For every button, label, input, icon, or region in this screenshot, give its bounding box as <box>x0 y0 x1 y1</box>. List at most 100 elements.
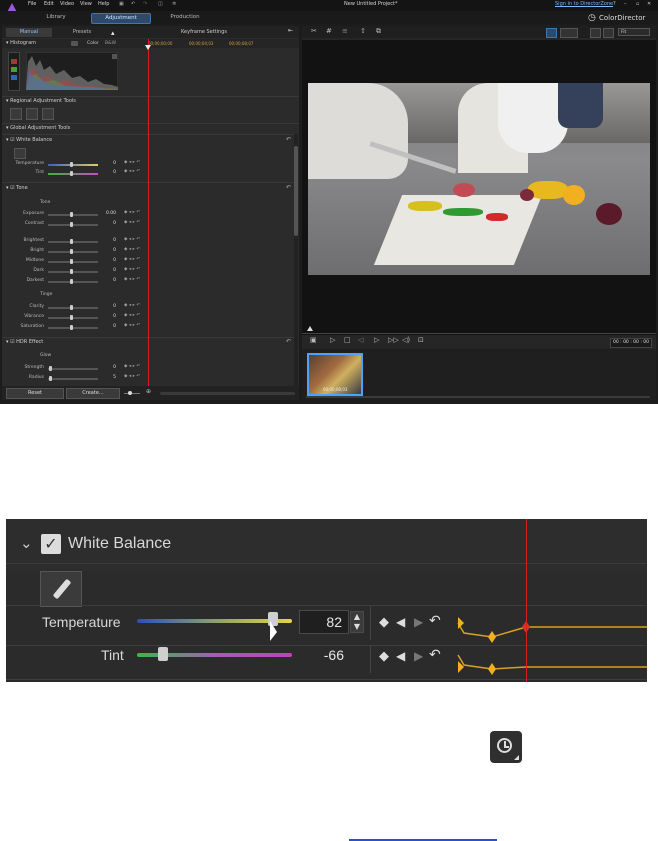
export-frame-icon[interactable]: ⇧ <box>360 27 366 35</box>
keyframe-track-area[interactable] <box>450 605 647 681</box>
crop-tool-icon[interactable]: ✂ <box>311 27 317 35</box>
temperature-slider[interactable] <box>48 164 98 166</box>
white-balance-header[interactable]: ▾ ☑ White Balance <box>6 136 52 145</box>
histogram-header[interactable]: ▾ Histogram <box>6 39 36 48</box>
saturation-keyframe-controls[interactable]: ◆ ◂ ▸ ↶ <box>124 323 140 328</box>
radial-tool-icon[interactable] <box>26 108 38 120</box>
exposure-slider-knob[interactable] <box>70 212 73 217</box>
menu-file[interactable]: File <box>28 1 36 7</box>
create-button[interactable]: Create... <box>66 388 120 399</box>
next-frame-button[interactable]: ▷ <box>374 336 379 344</box>
bright-value[interactable]: 0 <box>102 248 116 253</box>
timeline-scrollbar[interactable] <box>160 392 295 395</box>
strength-slider[interactable] <box>48 368 98 370</box>
clip-mode-button[interactable]: ▣ <box>310 336 317 344</box>
exposure-slider[interactable] <box>48 214 98 216</box>
mode-production[interactable]: Production <box>165 13 205 22</box>
undo-icon[interactable]: ↶ <box>131 1 135 7</box>
dark-value[interactable]: 0 <box>102 268 116 273</box>
timeline-zoom-knob[interactable] <box>128 391 132 395</box>
histogram-bw-mode[interactable]: B&W <box>105 39 116 48</box>
darkest-value[interactable]: 0 <box>102 278 116 283</box>
tint-slider[interactable] <box>48 173 98 175</box>
mode-adjustment[interactable]: Adjustment <box>91 13 151 24</box>
scrub-bar[interactable] <box>302 333 656 334</box>
histogram-channel-selector[interactable] <box>8 52 20 91</box>
save-icon[interactable]: ▣ <box>119 1 124 7</box>
zoom-tint-value[interactable]: -66 <box>302 647 344 663</box>
dark-keyframe-controls[interactable]: ◆ ◂ ▸ ↶ <box>124 267 140 272</box>
bright-keyframe-controls[interactable]: ◆ ◂ ▸ ↶ <box>124 247 140 252</box>
zoom-tint-reset-icon[interactable]: ↶ <box>429 647 441 663</box>
tab-manual[interactable]: Manual <box>6 28 52 37</box>
darkest-slider[interactable] <box>48 281 98 283</box>
preview-mode-button[interactable] <box>546 28 557 38</box>
menu-video[interactable]: Video <box>60 1 74 7</box>
strength-slider-knob[interactable] <box>49 366 52 371</box>
gradient-tool-icon[interactable] <box>10 108 22 120</box>
radius-value[interactable]: 5 <box>102 375 116 380</box>
radius-keyframe-controls[interactable]: ◆ ◂ ▸ ↶ <box>124 374 140 379</box>
contrast-value[interactable]: 0 <box>102 221 116 226</box>
zoom-tint-next-keyframe-icon[interactable]: ▶ <box>414 649 423 663</box>
midtone-value[interactable]: 0 <box>102 258 116 263</box>
playhead-handle-icon[interactable] <box>145 45 151 50</box>
compare-icon[interactable]: ⧉ <box>376 27 381 36</box>
mode-library[interactable]: Library <box>38 13 74 22</box>
vibrance-value[interactable]: 0 <box>102 314 116 319</box>
zoom-playhead[interactable] <box>526 519 527 682</box>
redo-icon[interactable]: ↷ <box>143 1 147 7</box>
clarity-slider[interactable] <box>48 307 98 309</box>
exposure-keyframe-controls[interactable]: ◆ ◂ ▸ ↶ <box>124 210 140 215</box>
keyframe-playhead[interactable] <box>148 39 149 386</box>
zoom-temperature-add-keyframe-icon[interactable]: ◆ <box>379 615 389 630</box>
play-button[interactable]: ▷ <box>330 336 335 344</box>
histogram-color-mode[interactable]: Color <box>87 39 99 48</box>
radius-slider[interactable] <box>48 378 98 380</box>
eyedropper-icon[interactable] <box>14 148 26 159</box>
stop-button[interactable]: □ <box>344 336 351 344</box>
filmstrip-scrollbar[interactable] <box>306 396 650 398</box>
strength-value[interactable]: 0 <box>102 365 116 370</box>
exposure-value[interactable]: 0.00 <box>102 211 116 216</box>
zoom-temperature-prev-keyframe-icon[interactable]: ◀ <box>396 615 405 629</box>
panel-scrollbar[interactable] <box>294 134 298 386</box>
tint-keyframe-controls[interactable]: ◆ ◂ ▸ ↶ <box>124 169 140 174</box>
hdr-effect-header[interactable]: ▾ ☑ HDR Effect <box>6 338 43 347</box>
brightest-value[interactable]: 0 <box>102 238 116 243</box>
snapshot-button[interactable]: ⊡ <box>418 336 424 344</box>
clarity-value[interactable]: 0 <box>102 304 116 309</box>
midtone-slider[interactable] <box>48 261 98 263</box>
menu-help[interactable]: Help <box>98 1 109 7</box>
strength-keyframe-controls[interactable]: ◆ ◂ ▸ ↶ <box>124 364 140 369</box>
split-view-button[interactable] <box>560 28 578 38</box>
timecode-display[interactable]: 00 : 00 : 00 : 00 <box>610 338 652 348</box>
midtone-keyframe-controls[interactable]: ◆ ◂ ▸ ↶ <box>124 257 140 262</box>
previous-frame-button[interactable]: ◁ <box>358 336 363 344</box>
close-icon[interactable]: ✕ <box>647 1 651 7</box>
zoom-temperature-reset-icon[interactable]: ↶ <box>429 613 441 629</box>
zoom-tint-prev-keyframe-icon[interactable]: ◀ <box>396 649 405 663</box>
brush-tool-icon[interactable] <box>42 108 54 120</box>
menu-edit[interactable]: Edit <box>44 1 54 7</box>
darkest-keyframe-controls[interactable]: ◆ ◂ ▸ ↶ <box>124 277 140 282</box>
tone-header[interactable]: ▾ ☑ Tone <box>6 184 28 193</box>
brightest-keyframe-controls[interactable]: ◆ ◂ ▸ ↶ <box>124 237 140 242</box>
contrast-slider[interactable] <box>48 224 98 226</box>
saturation-slider-knob[interactable] <box>70 325 73 330</box>
midtone-slider-knob[interactable] <box>70 259 73 264</box>
brightest-slider[interactable] <box>48 241 98 243</box>
zoom-temperature-next-keyframe-icon[interactable]: ▶ <box>414 615 423 629</box>
vibrance-keyframe-controls[interactable]: ◆ ◂ ▸ ↶ <box>124 313 140 318</box>
tint-slider-knob[interactable] <box>70 171 73 176</box>
fullscreen-button[interactable] <box>590 28 601 38</box>
white-balance-reset-icon[interactable]: ↶ <box>286 136 291 143</box>
clarity-keyframe-controls[interactable]: ◆ ◂ ▸ ↶ <box>124 303 140 308</box>
clarity-slider-knob[interactable] <box>70 305 73 310</box>
maximize-icon[interactable]: ▫ <box>636 1 639 7</box>
snapshot-icon[interactable]: ◫ <box>158 1 163 7</box>
help-icon[interactable]: ? <box>613 1 616 7</box>
minimize-icon[interactable]: – <box>624 1 627 7</box>
fast-forward-button[interactable]: ▷▷ <box>388 336 399 344</box>
sign-in-link[interactable]: Sign in to DirectorZone <box>555 1 613 7</box>
